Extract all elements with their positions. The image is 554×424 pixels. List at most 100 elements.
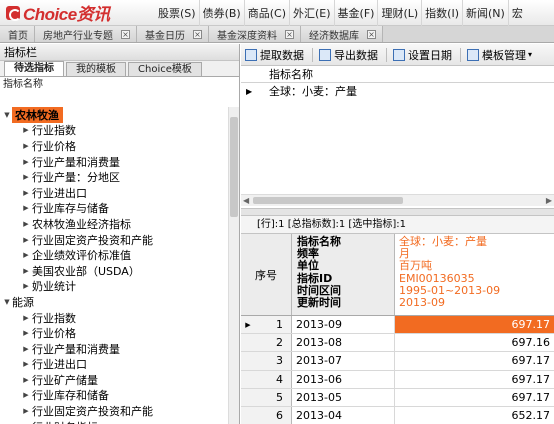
expand-icon[interactable]: ▶ <box>20 329 32 337</box>
table-row[interactable]: 4 2013-06 697.17 <box>241 370 554 389</box>
menu-item[interactable]: 外汇(E) <box>288 0 334 26</box>
tree-node[interactable]: ▶ 行业进出口 <box>0 357 228 373</box>
template-manager-button[interactable]: 模板管理 ▾ <box>467 47 532 63</box>
document-tab[interactable]: 首页 <box>0 26 35 42</box>
expand-icon[interactable]: ▶ <box>20 314 32 322</box>
expand-icon[interactable]: ▶ <box>20 236 32 244</box>
expand-icon[interactable]: ▶ <box>20 126 32 134</box>
menu-item[interactable]: 新闻(N) <box>462 0 508 26</box>
tab-label: 首页 <box>8 30 28 42</box>
tree-node[interactable]: ▶ 行业进出口 <box>0 185 228 201</box>
menu-item[interactable]: 指数(I) <box>421 0 462 26</box>
row-value[interactable]: 697.17 <box>395 316 554 334</box>
collapse-icon[interactable]: ▼ <box>2 298 12 306</box>
expand-icon[interactable]: ▶ <box>20 220 32 228</box>
toolbar-divider <box>312 47 313 62</box>
scrollbar-thumb[interactable] <box>253 197 403 204</box>
expand-icon[interactable]: ▶ <box>20 376 32 384</box>
tree-node[interactable]: ▶ 企业绩效评价标准值 <box>0 247 228 263</box>
expand-icon[interactable]: ▶ <box>20 282 32 290</box>
extract-data-button[interactable]: 提取数据 <box>245 47 304 63</box>
table-row[interactable]: 3 2013-07 697.17 <box>241 352 554 371</box>
export-icon <box>319 48 331 61</box>
tree-node[interactable]: ▶ 行业指数 <box>0 123 228 139</box>
expand-icon[interactable]: ▶ <box>20 267 32 275</box>
menu-item[interactable]: 商品(C) <box>243 0 289 26</box>
tree-category[interactable]: ▼ 农林牧渔 <box>0 107 228 123</box>
expand-icon[interactable]: ▶ <box>20 173 32 181</box>
indicator-list-row[interactable]: ▶ 全球：小麦：产量 <box>241 83 554 100</box>
tree-node[interactable]: ▶ 行业产量和消费量 <box>0 154 228 170</box>
tree-node[interactable]: ▶ 行业产量：分地区 <box>0 169 228 185</box>
document-tab[interactable]: 基金深度资料 × <box>209 26 301 42</box>
tree-node[interactable]: ▶ 行业固定资产投资和产能 <box>0 403 228 419</box>
document-tab[interactable]: 基金日历 × <box>137 26 209 42</box>
tree-node[interactable]: ▶ 行业产量和消费量 <box>0 341 228 357</box>
document-tab[interactable]: 房地产行业专题 × <box>35 26 137 42</box>
expand-icon[interactable]: ▶ <box>20 407 32 415</box>
app-logo: Choice资讯 <box>0 0 155 25</box>
expand-icon[interactable]: ▶ <box>20 158 32 166</box>
panel-subtab[interactable]: Choice模板 <box>128 62 202 76</box>
panel-subtabs: 待选指标 我的模板 Choice模板 <box>0 61 239 77</box>
close-icon[interactable]: × <box>193 29 202 39</box>
menu-item[interactable]: 理财(L) <box>377 0 421 26</box>
tree-node[interactable]: ▶ 农林牧渔业经济指标 <box>0 216 228 232</box>
scroll-right-icon[interactable]: ▶ <box>546 195 552 206</box>
table-row[interactable]: 6 2013-04 652.17 <box>241 406 554 424</box>
close-icon[interactable]: × <box>367 29 376 39</box>
document-tab[interactable]: 经济数据库 × <box>301 26 383 42</box>
tree-node[interactable]: ▶ 行业库存和储备 <box>0 388 228 404</box>
row-value[interactable]: 697.16 <box>395 334 554 351</box>
table-row[interactable]: ▶ 1 2013-09 697.17 <box>241 316 554 335</box>
row-seq: 5 <box>255 388 292 406</box>
set-date-button[interactable]: 设置日期 <box>393 47 452 63</box>
expand-icon[interactable]: ▶ <box>20 345 32 353</box>
tab-label: 基金日历 <box>145 30 185 42</box>
table-row[interactable]: 2 2013-08 697.16 <box>241 334 554 353</box>
collapse-icon[interactable]: ▼ <box>2 111 12 119</box>
panel-subtab[interactable]: 待选指标 <box>4 61 64 76</box>
tree-node[interactable]: ▶ 行业库存与储备 <box>0 201 228 217</box>
row-value[interactable]: 697.17 <box>395 389 554 406</box>
scrollbar-thumb[interactable] <box>230 117 238 217</box>
expand-icon[interactable]: ▶ <box>20 360 32 368</box>
close-icon[interactable]: × <box>121 29 130 39</box>
panel-subtab[interactable]: 我的模板 <box>66 62 126 76</box>
tree-node-label: 行业固定资产投资和产能 <box>32 405 153 419</box>
row-value[interactable]: 697.17 <box>395 371 554 388</box>
close-icon[interactable]: × <box>285 29 294 39</box>
menu-item[interactable]: 基金(F) <box>333 0 378 26</box>
row-date: 2013-08 <box>292 334 395 352</box>
tree-node[interactable]: ▶ 行业价格 <box>0 138 228 154</box>
tree-node[interactable]: ▶ 奶业统计 <box>0 279 228 295</box>
expand-icon[interactable]: ▶ <box>20 204 32 212</box>
expand-icon[interactable]: ▶ <box>20 251 32 259</box>
tree-scrollbar[interactable] <box>228 107 239 424</box>
tree-node[interactable]: ▶ 行业矿产储量 <box>0 372 228 388</box>
tree-node-label: 行业进出口 <box>32 186 87 200</box>
tree-node[interactable]: ▶ 行业价格 <box>0 325 228 341</box>
scroll-left-icon[interactable]: ◀ <box>243 195 249 206</box>
tree-category[interactable]: ▼ 能源 <box>0 294 228 310</box>
tree-node[interactable]: ▶ 行业固定资产投资和产能 <box>0 232 228 248</box>
expand-icon[interactable]: ▶ <box>20 391 32 399</box>
tree-node[interactable]: ▶行业财务指标 <box>0 419 228 424</box>
horizontal-scrollbar[interactable]: ◀ ▶ <box>241 194 554 206</box>
tree-node[interactable]: ▶ 行业指数 <box>0 310 228 326</box>
row-value[interactable]: 697.17 <box>395 352 554 369</box>
menu-item[interactable]: 宏 <box>507 0 526 26</box>
expand-icon[interactable]: ▶ <box>20 142 32 150</box>
row-value[interactable]: 652.17 <box>395 407 554 424</box>
expand-icon[interactable]: ▶ <box>20 189 32 197</box>
table-row[interactable]: 5 2013-05 697.17 <box>241 388 554 407</box>
menu-item[interactable]: 债券(B) <box>198 0 244 26</box>
export-data-button[interactable]: 导出数据 <box>319 47 378 63</box>
tree-node[interactable]: ▶ 美国农业部（USDA） <box>0 263 228 279</box>
export-label: 导出数据 <box>334 48 378 62</box>
pane-splitter[interactable] <box>241 208 554 216</box>
series-column-header[interactable]: 全球：小麦：产量月百万吨 EMI00136035 1995-01~2013-09 20… <box>395 234 554 315</box>
template-label: 模板管理 <box>482 48 526 62</box>
toolbar: 提取数据 导出数据 设置日期 模板管理 ▾ <box>241 44 554 66</box>
menu-item[interactable]: 股票(S) <box>155 0 199 26</box>
